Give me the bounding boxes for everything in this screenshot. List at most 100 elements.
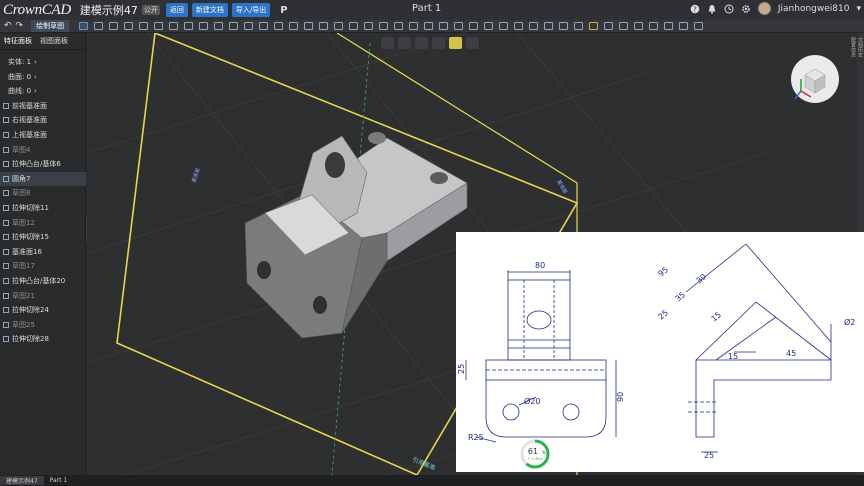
mass-icon[interactable] (574, 22, 584, 30)
username[interactable]: Jianhongwei810 (778, 4, 850, 14)
clock-icon[interactable] (724, 4, 734, 14)
tree-group-item[interactable]: 曲面: 0 › (0, 70, 86, 84)
view-cube[interactable] (791, 55, 839, 103)
side-view (685, 243, 832, 453)
bell-icon[interactable] (707, 4, 717, 14)
tree-item[interactable]: 基准面16 (0, 245, 86, 259)
sweep-icon[interactable] (124, 22, 134, 30)
p-icon[interactable]: P (280, 5, 287, 16)
fillet-icon[interactable] (169, 22, 179, 30)
settings-icon[interactable] (694, 22, 704, 30)
split-icon[interactable] (304, 22, 314, 30)
tree-item[interactable]: 草图17 (0, 259, 86, 273)
measure-icon[interactable] (544, 22, 554, 30)
tree-item[interactable]: 前视基准面 (0, 99, 86, 113)
feature-panel: 特征面板 视图面板 实体: 1 › 曲面: 0 › 曲线: 0 › 前视基准面 右视基准… (0, 33, 86, 475)
export-icon[interactable] (634, 22, 644, 30)
knit-icon[interactable] (424, 22, 434, 30)
check-icon[interactable] (619, 22, 629, 30)
trim-surface-icon[interactable] (394, 22, 404, 30)
view-settings-icon[interactable] (466, 37, 479, 49)
avatar[interactable] (757, 2, 771, 15)
axis-icon[interactable] (454, 22, 464, 30)
rib-icon[interactable] (229, 22, 239, 30)
hole-icon[interactable] (244, 22, 254, 30)
tree-item-label: 草图17 (12, 262, 35, 271)
appearance-icon[interactable] (604, 22, 614, 30)
tab-feature-panel[interactable]: 特征面板 (0, 36, 36, 46)
tree-item-label: 拉伸切除24 (12, 306, 49, 315)
extrude-icon[interactable] (94, 22, 104, 30)
section-icon[interactable] (559, 22, 569, 30)
material-icon[interactable] (589, 22, 599, 30)
help-icon[interactable]: ? (690, 4, 700, 14)
tree-item[interactable]: 草图21 (0, 289, 86, 303)
redo-icon[interactable]: ↷ (16, 21, 24, 31)
chevron-right-icon[interactable]: › (34, 87, 37, 95)
svg-text:?: ? (693, 5, 697, 13)
helix-icon[interactable] (514, 22, 524, 30)
boolean-icon[interactable] (289, 22, 299, 30)
project-icon[interactable] (529, 22, 539, 30)
tree-item[interactable]: 拉伸切除24 (0, 303, 86, 317)
shaded-icon[interactable] (449, 37, 462, 49)
chamfer-icon[interactable] (184, 22, 194, 30)
tree-item-label: 拉伸切除15 (12, 233, 49, 242)
tree-item[interactable]: 草图8 (0, 186, 86, 200)
section-view-icon[interactable] (415, 37, 428, 49)
feature-icon (3, 278, 9, 284)
tree-item[interactable]: 拉伸凸台/基体6 (0, 157, 86, 171)
document-tab[interactable]: 建模示例47 (0, 476, 44, 485)
tree-item[interactable]: 拉伸切除28 (0, 332, 86, 346)
tree-item[interactable]: 草图4 (0, 143, 86, 157)
thicken-icon[interactable] (349, 22, 359, 30)
more-icon[interactable] (679, 22, 689, 30)
display-style-icon[interactable] (432, 37, 445, 49)
tree-group-item[interactable]: 实体: 1 › (0, 55, 86, 69)
back-button[interactable]: 返回 (165, 3, 188, 17)
pattern-icon[interactable] (259, 22, 269, 30)
loft-icon[interactable] (139, 22, 149, 30)
tree-item[interactable]: 上视基准面 (0, 128, 86, 142)
draft-icon[interactable] (214, 22, 224, 30)
tree-item[interactable]: 拉伸切除15 (0, 230, 86, 244)
sketch-icon (3, 292, 9, 299)
zoom-fit-icon[interactable] (398, 37, 411, 49)
scale-icon[interactable] (334, 22, 344, 30)
new-document-button[interactable]: 新建文档 (191, 3, 228, 17)
curve-icon[interactable] (499, 22, 509, 30)
tree-item[interactable]: 草图12 (0, 216, 86, 230)
import-export-button[interactable]: 导入/导出 (231, 3, 271, 17)
tree-item[interactable]: 拉伸凸台/基体20 (0, 274, 86, 288)
mirror-icon[interactable] (274, 22, 284, 30)
gear-icon[interactable] (741, 4, 751, 14)
view-orient-icon[interactable] (381, 37, 394, 49)
shell-icon[interactable] (199, 22, 209, 30)
chevron-right-icon[interactable]: › (34, 58, 37, 66)
sketch-icon[interactable] (79, 22, 89, 30)
tree-group-item[interactable]: 曲线: 0 › (0, 84, 86, 98)
tree-item[interactable]: 草图25 (0, 318, 86, 332)
move-icon[interactable] (319, 22, 329, 30)
tree-item[interactable]: 拉伸切除11 (0, 201, 86, 215)
chevron-right-icon[interactable]: › (34, 73, 37, 81)
tree-item[interactable]: 右视基准面 (0, 113, 86, 127)
point-icon[interactable] (469, 22, 479, 30)
revolve-icon[interactable] (109, 22, 119, 30)
part-model[interactable] (244, 132, 468, 339)
analysis-icon[interactable] (664, 22, 674, 30)
extend-surface-icon[interactable] (409, 22, 419, 30)
part-tab[interactable]: Part 1 (44, 477, 74, 484)
undo-icon[interactable]: ↶ (4, 21, 12, 31)
offset-surface-icon[interactable] (379, 22, 389, 30)
plane-icon[interactable] (439, 22, 449, 30)
tab-view-panel[interactable]: 视图面板 (36, 36, 72, 46)
tree-item[interactable]: 圆角7 (0, 171, 86, 186)
chevron-down-icon[interactable]: ▾ (856, 4, 861, 14)
tab-sketch[interactable]: 绘制草图 (31, 20, 70, 32)
tree-item-label: 曲面: 0 (8, 72, 32, 81)
surface-icon[interactable] (364, 22, 374, 30)
render-icon[interactable] (649, 22, 659, 30)
coordinate-icon[interactable] (484, 22, 494, 30)
cut-icon[interactable] (154, 22, 164, 30)
